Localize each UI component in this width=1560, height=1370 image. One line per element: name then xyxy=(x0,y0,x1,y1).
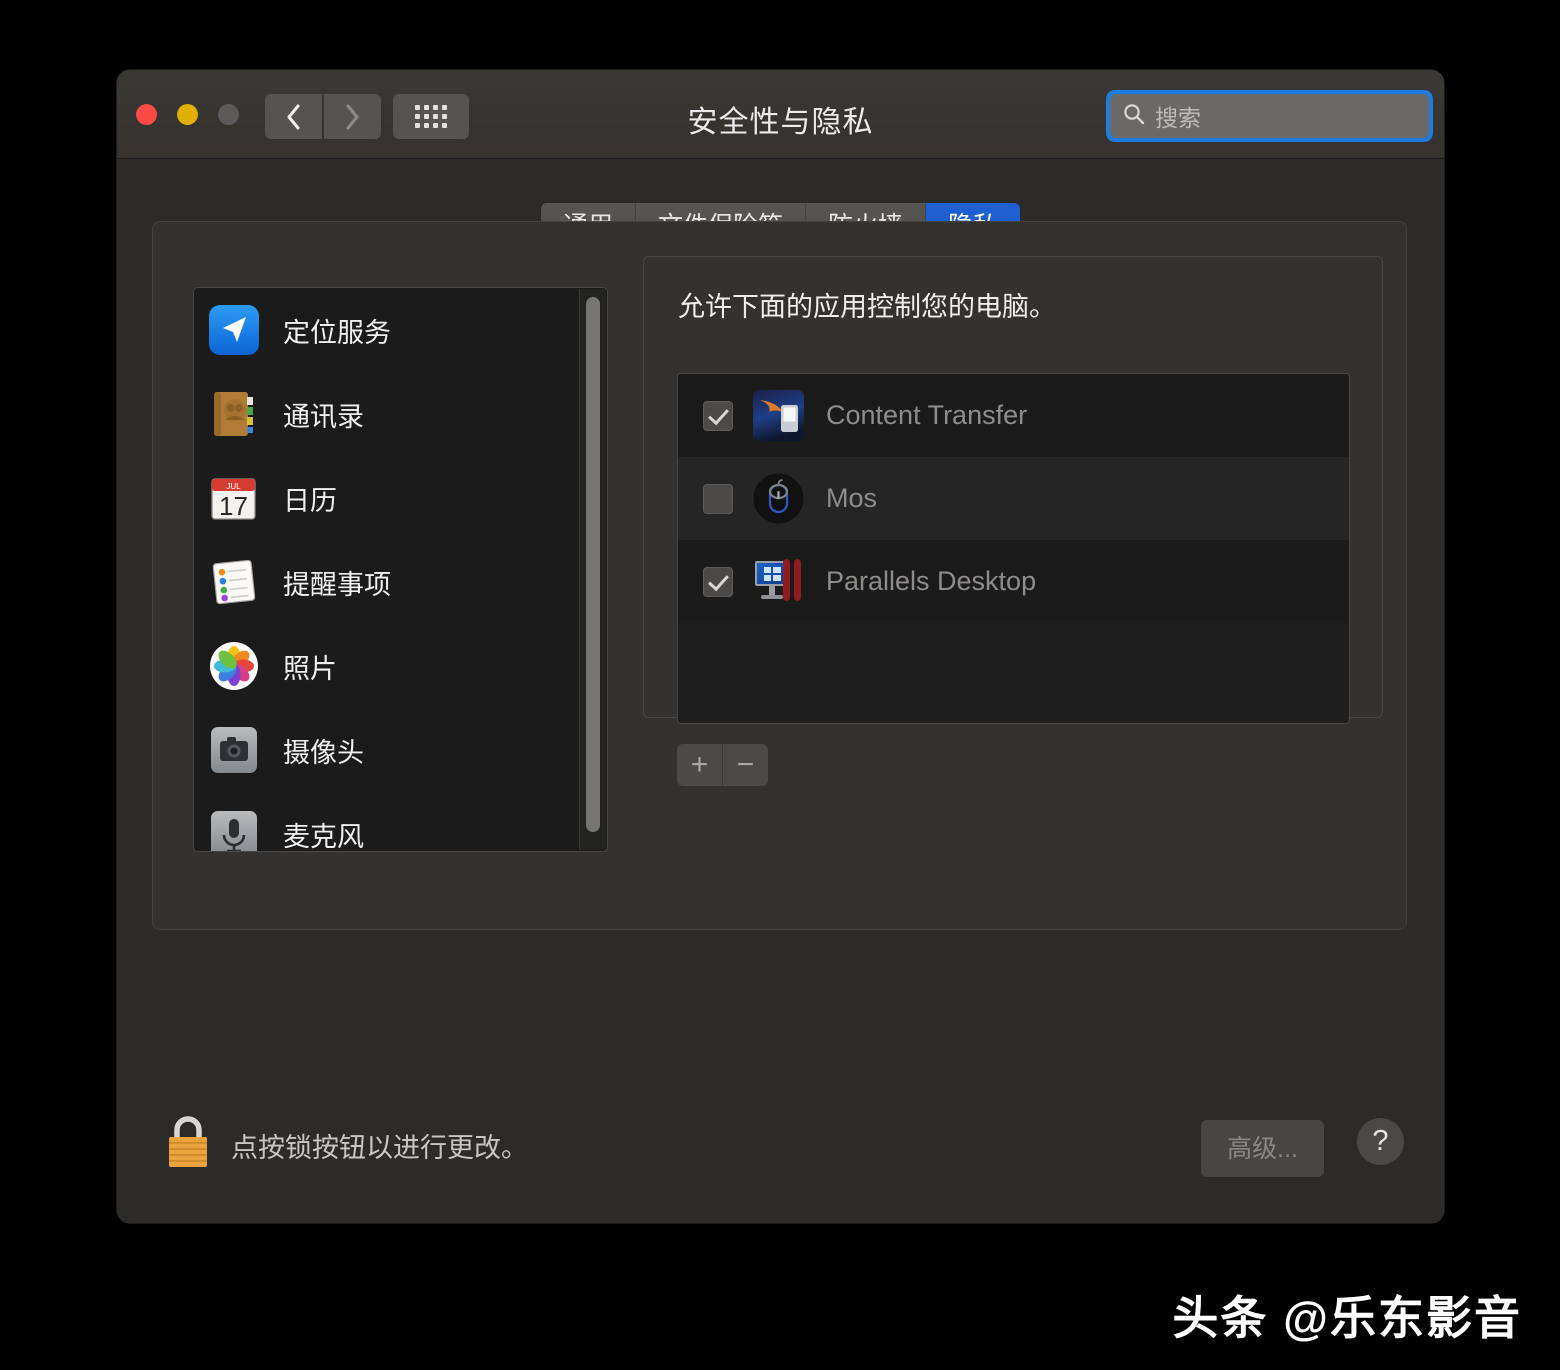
sidebar-item-camera[interactable]: 摄像头 xyxy=(194,708,607,792)
sidebar-item-microphone[interactable]: 麦克风 xyxy=(194,792,607,852)
search-placeholder: 搜索 xyxy=(1155,105,1201,131)
sidebar-item-contacts[interactable]: 通讯录 xyxy=(194,372,607,456)
sidebar-item-label: 通讯录 xyxy=(283,401,364,432)
sidebar-item-reminders[interactable]: 提醒事项 xyxy=(194,540,607,624)
sidebar-item-location-services[interactable]: 定位服务 xyxy=(194,288,607,372)
sidebar-item-calendar[interactable]: JUL 17 日历 xyxy=(194,456,607,540)
sidebar-item-label: 日历 xyxy=(283,485,337,516)
window-titlebar: 安全性与隐私 搜索 xyxy=(117,70,1444,159)
photos-icon xyxy=(208,640,260,692)
privacy-service-list[interactable]: 定位服务 通讯录 JUL 17 日历 提醒事项 照片 摄像头 麦克风 xyxy=(193,287,608,852)
search-input[interactable]: 搜索 xyxy=(1110,94,1429,138)
pane-heading: 允许下面的应用控制您的电脑。 xyxy=(678,292,1056,322)
padlock-closed-icon[interactable] xyxy=(165,1112,211,1170)
help-button[interactable]: ? xyxy=(1357,1118,1404,1165)
sidebar-item-label: 摄像头 xyxy=(283,737,364,768)
sidebar-item-label: 定位服务 xyxy=(283,317,391,348)
sidebar-scrollbar[interactable] xyxy=(579,289,606,850)
sidebar-item-label: 提醒事项 xyxy=(283,569,391,600)
system-preferences-window: 安全性与隐私 搜索 通用 文件保险箱 防火墙 隐私 xyxy=(117,70,1444,1223)
camera-icon xyxy=(208,724,260,776)
content-transfer-icon xyxy=(750,387,807,444)
sidebar-item-label: 照片 xyxy=(283,653,337,684)
advanced-button[interactable]: 高级... xyxy=(1201,1120,1324,1177)
reminders-icon xyxy=(208,556,260,608)
lock-message: 点按锁按钮以进行更改。 xyxy=(231,1133,528,1163)
privacy-content-panel: 定位服务 通讯录 JUL 17 日历 提醒事项 照片 摄像头 麦克风 允许下面的… xyxy=(152,221,1407,930)
add-app-button[interactable]: + xyxy=(677,744,722,786)
sidebar-scrollbar-thumb[interactable] xyxy=(586,297,600,832)
sidebar-item-photos[interactable]: 照片 xyxy=(194,624,607,708)
app-name: Mos xyxy=(826,483,878,513)
table-row[interactable]: Content Transfer xyxy=(678,374,1349,457)
search-icon xyxy=(1122,102,1146,131)
app-name: Parallels Desktop xyxy=(826,566,1037,596)
table-row[interactable]: Parallels Desktop xyxy=(678,540,1349,623)
app-checkbox[interactable] xyxy=(703,483,733,514)
microphone-icon xyxy=(208,808,260,851)
table-row[interactable]: Mos xyxy=(678,457,1349,540)
sidebar-item-label: 麦克风 xyxy=(283,821,364,852)
allowed-apps-list[interactable]: Content Transfer Mos Parallels Desktop xyxy=(677,373,1350,724)
contacts-icon xyxy=(208,388,260,440)
window-footer: 点按锁按钮以进行更改。 高级... ? xyxy=(117,1100,1444,1210)
add-remove-buttons: + − xyxy=(677,744,768,786)
location-services-icon xyxy=(208,304,260,356)
remove-app-button[interactable]: − xyxy=(722,744,768,786)
app-name: Content Transfer xyxy=(826,400,1028,430)
app-checkbox[interactable] xyxy=(703,566,733,597)
search-focus-ring: 搜索 xyxy=(1106,90,1433,142)
calendar-icon: JUL 17 xyxy=(208,472,260,524)
watermark: 头条 @乐东影音 xyxy=(1172,1292,1522,1344)
svg-text:JUL: JUL xyxy=(226,482,241,491)
app-checkbox[interactable] xyxy=(703,400,733,431)
parallels-desktop-icon xyxy=(750,553,807,610)
svg-text:17: 17 xyxy=(219,491,248,521)
app-permission-pane: 允许下面的应用控制您的电脑。 Content Transfer Mos Para… xyxy=(643,256,1383,786)
mos-mouse-icon xyxy=(750,470,807,527)
